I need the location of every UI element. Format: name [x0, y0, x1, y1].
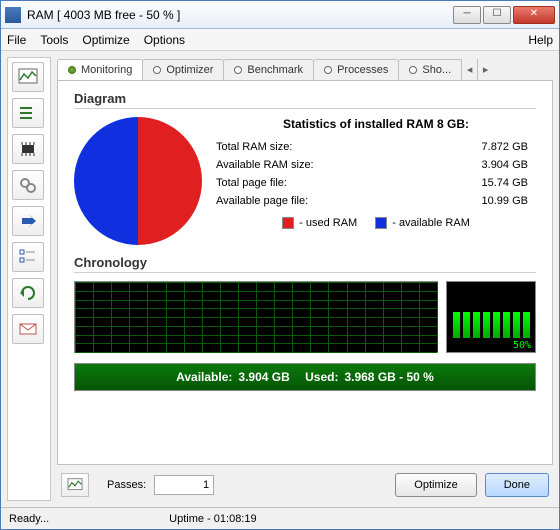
titlebar[interactable]: RAM [ 4003 MB free - 50 % ] ─ ☐ ✕: [1, 1, 559, 29]
sidebar-shortcut-icon[interactable]: [12, 206, 44, 236]
status-ready: Ready...: [9, 513, 49, 525]
swatch-icon: [375, 217, 387, 229]
chronology-graph: [74, 281, 438, 353]
radio-icon: [409, 66, 417, 74]
stats-title: Statistics of installed RAM 8 GB:: [216, 117, 536, 131]
tab-shortcuts[interactable]: Sho...: [398, 59, 462, 80]
minimize-button[interactable]: ─: [453, 6, 481, 24]
sidebar-chip-icon[interactable]: [12, 134, 44, 164]
tab-label: Processes: [337, 64, 388, 76]
window-title: RAM [ 4003 MB free - 50 % ]: [27, 8, 453, 22]
menu-file[interactable]: File: [7, 33, 26, 47]
radio-icon: [324, 66, 332, 74]
tab-benchmark[interactable]: Benchmark: [223, 59, 314, 80]
used-label: Used:: [305, 370, 338, 384]
stat-label: Available page file:: [216, 195, 308, 207]
tab-label: Sho...: [422, 64, 451, 76]
app-icon: [5, 7, 21, 23]
window-controls: ─ ☐ ✕: [453, 6, 555, 24]
stat-row: Available page file: 10.99 GB: [216, 195, 536, 207]
diagram-heading: Diagram: [74, 91, 536, 109]
sidebar-mail-icon[interactable]: [12, 314, 44, 344]
stat-value: 15.74 GB: [482, 177, 528, 189]
sidebar-refresh-icon[interactable]: [12, 278, 44, 308]
swatch-icon: [282, 217, 294, 229]
legend: - used RAM - available RAM: [216, 217, 536, 229]
chronology-heading: Chronology: [74, 255, 536, 273]
sidebar-gear-icon[interactable]: [12, 170, 44, 200]
sidebar-checklist-icon[interactable]: [12, 242, 44, 272]
sidebar-monitor-icon[interactable]: [12, 62, 44, 92]
app-window: RAM [ 4003 MB free - 50 % ] ─ ☐ ✕ File T…: [0, 0, 560, 530]
passes-label: Passes:: [107, 479, 146, 491]
legend-used: - used RAM: [282, 217, 357, 229]
tab-monitoring[interactable]: Monitoring: [57, 59, 143, 80]
radio-icon: [68, 66, 76, 74]
usage-bars: 50%: [446, 281, 536, 353]
stat-label: Available RAM size:: [216, 159, 314, 171]
stat-row: Total RAM size: 7.872 GB: [216, 141, 536, 153]
tab-scroll-right[interactable]: ▸: [477, 59, 493, 80]
chronology-row: 50%: [74, 281, 536, 353]
bottom-row: Passes: Optimize Done: [57, 465, 553, 501]
tab-label: Optimizer: [166, 64, 213, 76]
menu-optimize[interactable]: Optimize: [82, 33, 129, 47]
status-strip: Available: 3.904 GB Used: 3.968 GB - 50 …: [74, 363, 536, 391]
available-label: Available:: [176, 370, 232, 384]
tab-processes[interactable]: Processes: [313, 59, 399, 80]
menu-help[interactable]: Help: [528, 33, 553, 47]
stat-row: Available RAM size: 3.904 GB: [216, 159, 536, 171]
sidebar-list-icon[interactable]: [12, 98, 44, 128]
stat-row: Total page file: 15.74 GB: [216, 177, 536, 189]
bottom-monitor-icon[interactable]: [61, 473, 89, 497]
stat-label: Total page file:: [216, 177, 287, 189]
close-button[interactable]: ✕: [513, 6, 555, 24]
tabstrip: Monitoring Optimizer Benchmark Processes…: [57, 57, 553, 81]
stat-value: 7.872 GB: [482, 141, 528, 153]
diagram-row: Statistics of installed RAM 8 GB: Total …: [74, 117, 536, 245]
tab-label: Monitoring: [81, 64, 132, 76]
statusbar: Ready... Uptime - 01:08:19: [1, 507, 559, 529]
legend-available: - available RAM: [375, 217, 470, 229]
pie-chart: [74, 117, 202, 245]
legend-label: - used RAM: [299, 217, 357, 229]
tab-label: Benchmark: [247, 64, 303, 76]
tab-content: Diagram Statistics of installed RAM 8 GB…: [57, 81, 553, 465]
menu-options[interactable]: Options: [144, 33, 185, 47]
legend-label: - available RAM: [392, 217, 470, 229]
passes-input[interactable]: [154, 475, 214, 495]
used-value: 3.968 GB - 50 %: [344, 370, 433, 384]
radio-icon: [153, 66, 161, 74]
stat-label: Total RAM size:: [216, 141, 292, 153]
main: Monitoring Optimizer Benchmark Processes…: [57, 57, 553, 501]
bars-percent: 50%: [513, 340, 531, 351]
menubar: File Tools Optimize Options Help: [1, 29, 559, 51]
body: Monitoring Optimizer Benchmark Processes…: [1, 51, 559, 507]
sidebar: [7, 57, 51, 501]
done-button[interactable]: Done: [485, 473, 549, 497]
stat-value: 3.904 GB: [482, 159, 528, 171]
tab-optimizer[interactable]: Optimizer: [142, 59, 224, 80]
stats-panel: Statistics of installed RAM 8 GB: Total …: [216, 117, 536, 245]
available-value: 3.904 GB: [238, 370, 289, 384]
radio-icon: [234, 66, 242, 74]
optimize-button[interactable]: Optimize: [395, 473, 476, 497]
stat-value: 10.99 GB: [482, 195, 528, 207]
status-uptime: Uptime - 01:08:19: [169, 513, 256, 525]
menu-tools[interactable]: Tools: [40, 33, 68, 47]
tab-scroll-left[interactable]: ◂: [461, 59, 477, 80]
maximize-button[interactable]: ☐: [483, 6, 511, 24]
